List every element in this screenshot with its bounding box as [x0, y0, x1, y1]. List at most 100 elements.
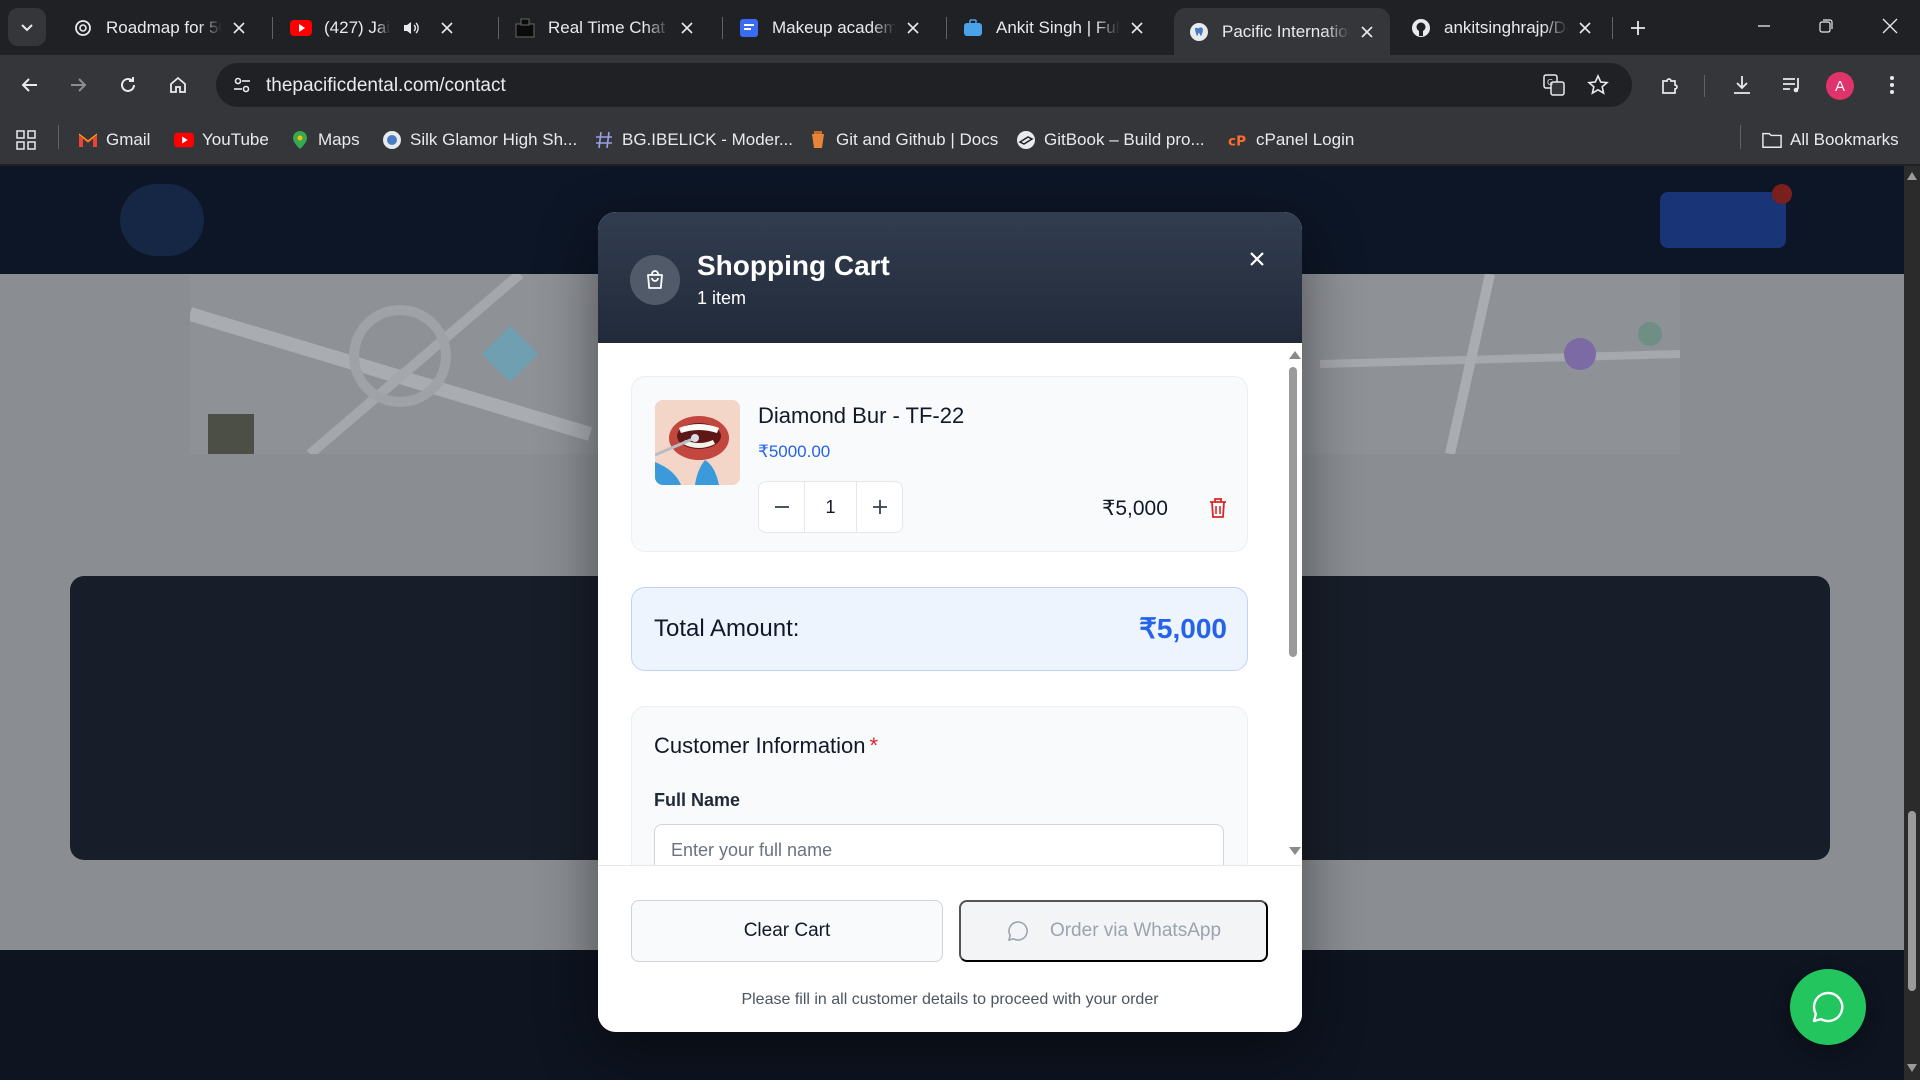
bookmark-youtube[interactable]: YouTube — [174, 125, 269, 155]
media-controls-button[interactable] — [1772, 65, 1812, 105]
close-icon[interactable] — [902, 17, 924, 39]
tab-roadmap[interactable]: Roadmap for 50 Days — [58, 8, 262, 48]
download-icon — [1734, 76, 1750, 94]
close-icon[interactable] — [1574, 17, 1596, 39]
bookmark-label: All Bookmarks — [1790, 130, 1899, 149]
minimize-button[interactable] — [1744, 10, 1784, 42]
folder-icon — [1762, 130, 1782, 150]
browser-menu-button[interactable] — [1872, 65, 1912, 105]
speaker-icon[interactable] — [400, 17, 422, 39]
cart-body-scrollbar[interactable] — [1286, 343, 1301, 865]
page-scrollbar[interactable] — [1904, 166, 1920, 1080]
tab-title: Makeup academy — [772, 18, 896, 37]
globe-icon — [382, 130, 402, 150]
order-whatsapp-button[interactable]: Order via WhatsApp — [959, 900, 1268, 962]
close-icon — [1882, 18, 1898, 34]
home-button[interactable] — [158, 65, 198, 105]
gmail-icon — [78, 130, 98, 150]
tab-makeup-academy[interactable]: Makeup academy — [724, 8, 936, 48]
clear-cart-button[interactable]: Clear Cart — [631, 900, 943, 962]
total-amount-box: Total Amount: ₹5,000 — [631, 587, 1248, 671]
tab-title: ankitsinghrajp/Dental — [1444, 18, 1568, 37]
tab-pacific-dental[interactable]: Pacific International — [1174, 8, 1390, 55]
bookmark-silk-glamor[interactable]: Silk Glamor High Sh... — [382, 125, 577, 155]
translate-button[interactable]: G — [1538, 69, 1570, 101]
bookmark-cpanel[interactable]: cP cPanel Login — [1228, 125, 1354, 155]
downloads-button[interactable] — [1722, 65, 1762, 105]
line-total: ₹5,000 — [1102, 497, 1168, 520]
close-modal-button[interactable] — [1242, 244, 1272, 274]
minus-icon — [774, 506, 789, 508]
bookmark-label: Silk Glamor High Sh... — [410, 130, 578, 149]
close-icon[interactable] — [1126, 17, 1148, 39]
back-button[interactable] — [10, 65, 50, 105]
full-name-input[interactable] — [654, 824, 1224, 865]
tab-search-button[interactable] — [8, 8, 46, 46]
tune-icon — [234, 77, 250, 93]
tab-title: (427) Jai Ho Song — [324, 18, 390, 37]
increase-quantity-button[interactable] — [857, 482, 902, 532]
forward-button[interactable] — [58, 65, 98, 105]
modal-header: Shopping Cart 1 item — [598, 212, 1302, 343]
new-tab-button[interactable] — [1622, 12, 1654, 44]
all-bookmarks-folder[interactable]: All Bookmarks — [1762, 125, 1899, 155]
page-scrollbar-thumb[interactable] — [1908, 811, 1916, 991]
url-text[interactable]: thepacificdental.com/contact — [266, 75, 506, 97]
profile-avatar[interactable]: A — [1826, 72, 1854, 100]
browser-toolbar: thepacificdental.com/contact G A — [0, 55, 1920, 115]
bookmark-label: Maps — [318, 130, 360, 149]
chat-bubble-icon — [1006, 919, 1030, 943]
scroll-down-arrow[interactable] — [1289, 847, 1301, 855]
bookmark-label: BG.IBELICK - Moder... — [622, 130, 794, 149]
bookmark-gitbook[interactable]: GitBook – Build pro... — [1016, 125, 1205, 155]
scroll-up-arrow[interactable] — [1289, 351, 1301, 359]
tab-strip: Roadmap for 50 Days (427) Jai Ho Song Re… — [0, 0, 1920, 55]
bookmark-bg-ibelick[interactable]: BG.IBELICK - Moder... — [594, 125, 793, 155]
bookmark-label: cPanel Login — [1256, 130, 1355, 149]
address-bar[interactable]: thepacificdental.com/contact G — [216, 63, 1632, 107]
app-icon — [514, 17, 536, 39]
quantity-value: 1 — [804, 482, 857, 532]
tab-youtube[interactable]: (427) Jai Ho Song — [276, 8, 482, 48]
grid-icon — [16, 130, 36, 150]
close-window-button[interactable] — [1870, 10, 1910, 42]
close-icon[interactable] — [676, 17, 698, 39]
cart-body: Diamond Bur - TF-22 ₹5000.00 1 ₹5,000 To… — [598, 343, 1302, 865]
gitbook-icon — [1016, 130, 1036, 150]
queue-music-icon — [1783, 78, 1799, 93]
extensions-button[interactable] — [1650, 65, 1690, 105]
maps-icon — [290, 130, 310, 150]
remove-item-button[interactable] — [1206, 495, 1230, 521]
cart-button — [1660, 192, 1786, 248]
bookmark-git-github[interactable]: Git and Github | Docs — [808, 125, 998, 155]
home-icon — [170, 76, 186, 93]
forms-icon — [738, 17, 760, 39]
bookmark-gmail[interactable]: Gmail — [78, 125, 150, 155]
decrease-quantity-button[interactable] — [759, 482, 804, 532]
reload-button[interactable] — [108, 65, 148, 105]
apps-button[interactable] — [16, 125, 36, 155]
close-icon[interactable] — [436, 17, 458, 39]
close-icon[interactable] — [228, 17, 250, 39]
cart-scrollbar-thumb[interactable] — [1289, 367, 1297, 657]
tab-chat-platform[interactable]: Real Time Chat Platform — [500, 8, 710, 48]
customer-info-section: Customer Information * Full Name — [631, 706, 1248, 865]
bookmark-star-button[interactable] — [1582, 69, 1614, 101]
bookmark-label: GitBook – Build pro... — [1044, 130, 1205, 149]
close-icon[interactable] — [1356, 21, 1378, 43]
github-icon — [1410, 17, 1432, 39]
git-icon — [808, 130, 828, 150]
tab-portfolio[interactable]: Ankit Singh | Full Stack — [948, 8, 1160, 48]
product-name: Diamond Bur - TF-22 — [758, 403, 965, 428]
quantity-stepper: 1 — [758, 481, 903, 533]
more-vert-icon — [1890, 76, 1894, 94]
restore-button[interactable] — [1806, 10, 1846, 42]
site-info-button[interactable] — [226, 69, 258, 101]
cart-badge — [1772, 184, 1792, 204]
bookmark-maps[interactable]: Maps — [290, 125, 360, 155]
tab-title: Ankit Singh | Full Stack — [996, 18, 1120, 37]
reload-icon — [121, 77, 135, 92]
whatsapp-float-button[interactable] — [1790, 969, 1866, 1045]
trash-icon — [1210, 498, 1226, 518]
tab-github[interactable]: ankitsinghrajp/Dental — [1396, 8, 1608, 48]
